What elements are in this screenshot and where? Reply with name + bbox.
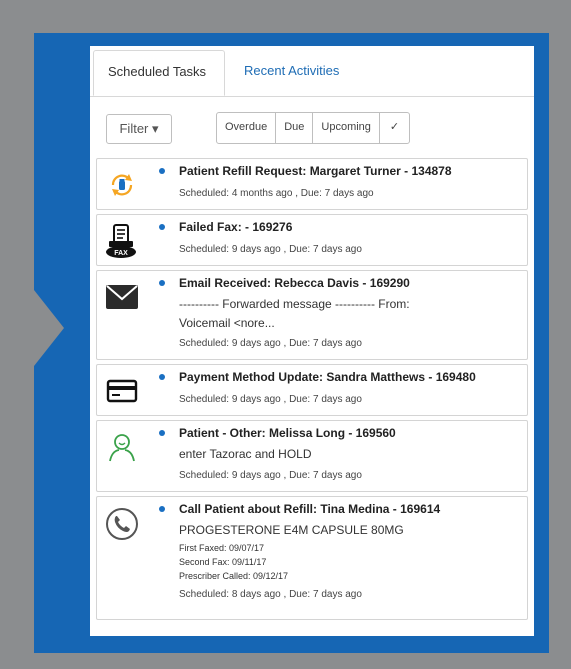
unread-dot — [159, 224, 165, 230]
task-detail: First Faxed: 09/07/17 — [179, 543, 265, 553]
task-schedule: Scheduled: 9 days ago , Due: 7 days ago — [179, 338, 362, 349]
filter-button[interactable]: Filter ▾ — [106, 114, 172, 144]
filter-overdue-button[interactable]: Overdue — [217, 113, 277, 143]
task-title: Patient - Other: Melissa Long - 169560 — [179, 426, 396, 440]
phone-icon — [105, 507, 139, 541]
task-item[interactable]: Patient - Other: Melissa Long - 169560 e… — [96, 420, 528, 492]
task-title: Email Received: Rebecca Davis - 169290 — [179, 276, 410, 290]
unread-dot — [159, 168, 165, 174]
task-detail: Prescriber Called: 09/12/17 — [179, 571, 289, 581]
task-title: Patient Refill Request: Margaret Turner … — [179, 164, 452, 178]
task-item[interactable]: Email Received: Rebecca Davis - 169290 -… — [96, 270, 528, 360]
task-body: PROGESTERONE E4M CAPSULE 80MG — [179, 523, 404, 537]
task-schedule: Scheduled: 9 days ago , Due: 7 days ago — [179, 394, 362, 405]
task-schedule: Scheduled: 9 days ago , Due: 7 days ago — [179, 244, 362, 255]
unread-dot — [159, 430, 165, 436]
task-item[interactable]: Call Patient about Refill: Tina Medina -… — [96, 496, 528, 620]
task-body: ---------- Forwarded message ---------- … — [179, 297, 410, 311]
filter-due-button[interactable]: Due — [276, 113, 314, 143]
tab-recent-activities[interactable]: Recent Activities — [230, 50, 353, 96]
tab-bar: Scheduled Tasks Recent Activities — [90, 46, 534, 97]
filter-done-button[interactable]: ✓ — [380, 113, 409, 143]
task-title: Payment Method Update: Sandra Matthews -… — [179, 370, 476, 384]
status-filter-group: Overdue Due Upcoming ✓ — [216, 112, 411, 144]
fax-icon-label: FAX — [114, 250, 128, 257]
task-title: Failed Fax: - 169276 — [179, 220, 293, 234]
task-body: Voicemail <nore... — [179, 316, 275, 330]
refill-icon — [105, 168, 139, 202]
task-body: enter Tazorac and HOLD — [179, 447, 312, 461]
credit-card-icon — [105, 374, 139, 408]
task-panel: Scheduled Tasks Recent Activities Filter… — [90, 46, 534, 636]
patient-icon — [105, 430, 139, 464]
fax-icon: FAX — [105, 224, 139, 258]
task-item[interactable]: Payment Method Update: Sandra Matthews -… — [96, 364, 528, 416]
task-schedule: Scheduled: 4 months ago , Due: 7 days ag… — [179, 188, 374, 199]
filter-upcoming-button[interactable]: Upcoming — [313, 113, 380, 143]
task-title: Call Patient about Refill: Tina Medina -… — [179, 502, 441, 516]
task-schedule: Scheduled: 9 days ago , Due: 7 days ago — [179, 470, 362, 481]
task-detail: Second Fax: 09/11/17 — [179, 557, 267, 567]
tab-scheduled-tasks[interactable]: Scheduled Tasks — [93, 50, 225, 96]
task-item[interactable]: Patient Refill Request: Margaret Turner … — [96, 158, 528, 210]
unread-dot — [159, 374, 165, 380]
envelope-icon — [105, 280, 139, 314]
pointer-arrow — [34, 290, 64, 366]
unread-dot — [159, 506, 165, 512]
unread-dot — [159, 280, 165, 286]
task-schedule: Scheduled: 8 days ago , Due: 7 days ago — [179, 589, 362, 600]
task-item[interactable]: FAX Failed Fax: - 169276 Scheduled: 9 da… — [96, 214, 528, 266]
